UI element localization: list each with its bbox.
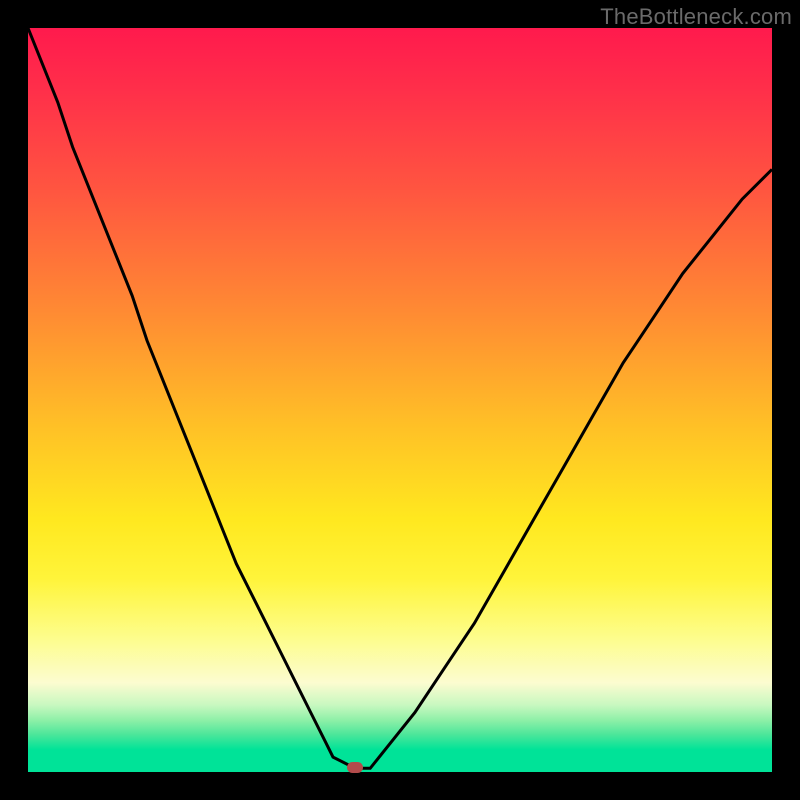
chart-plot-area [28, 28, 772, 772]
minimum-marker [347, 762, 363, 773]
chart-frame: TheBottleneck.com [0, 0, 800, 800]
bottleneck-curve [28, 28, 772, 768]
curve-layer [28, 28, 772, 772]
watermark-text: TheBottleneck.com [600, 4, 792, 30]
